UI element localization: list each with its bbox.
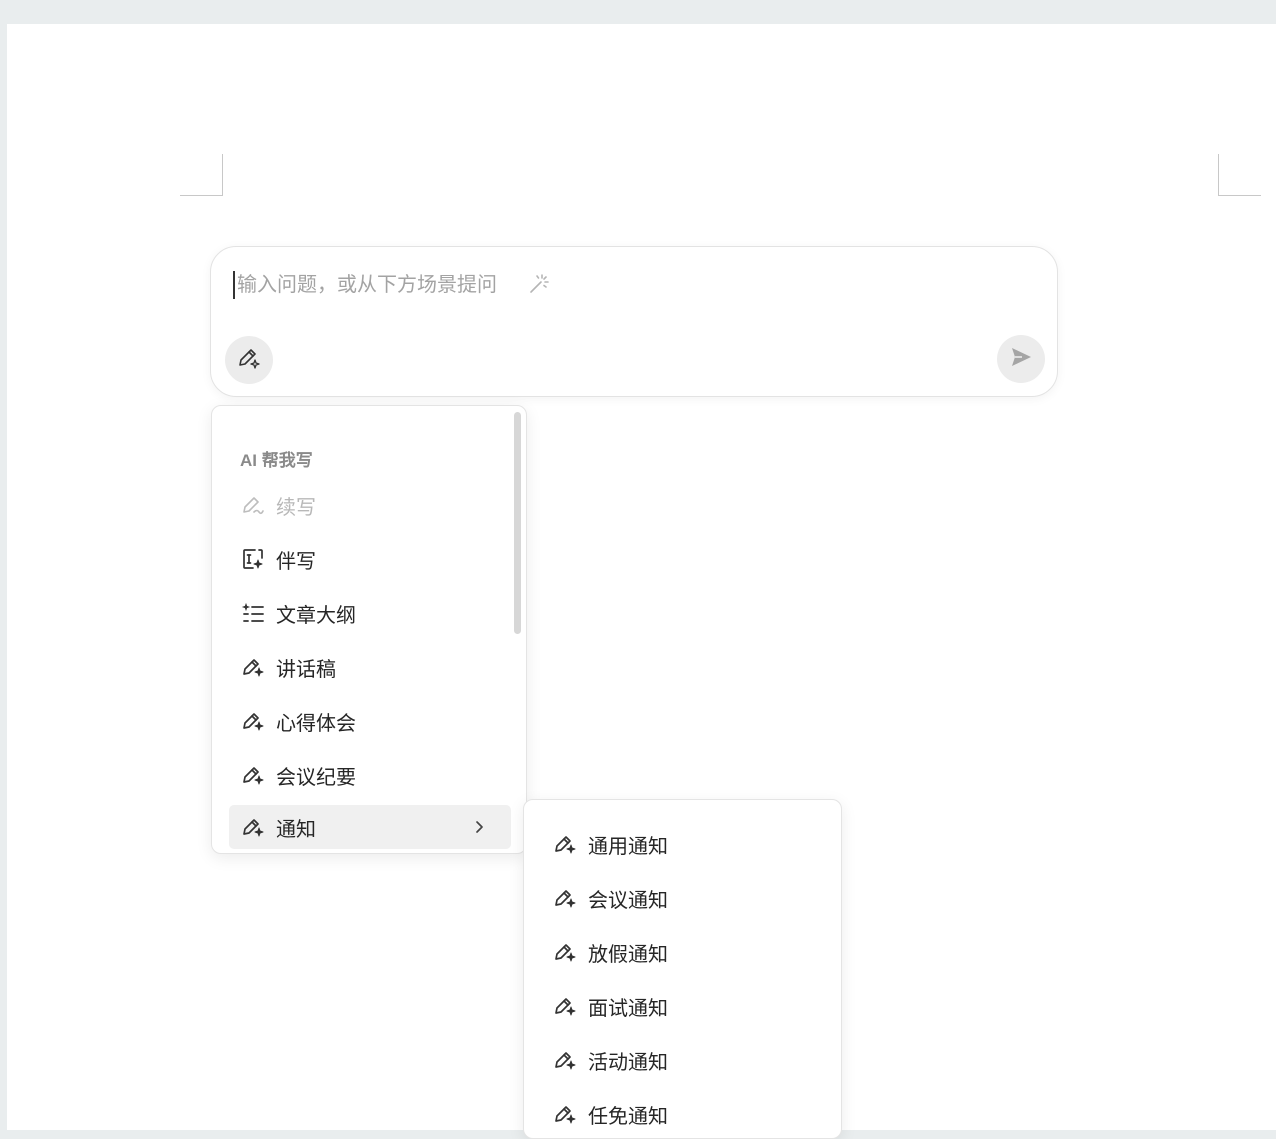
ai-pen-icon [552, 939, 578, 965]
submenu-item-label: 放假通知 [588, 943, 668, 966]
ai-pen-button[interactable] [225, 336, 273, 384]
ai-question-input[interactable] [233, 271, 737, 299]
menu-item-label: 会议纪要 [276, 766, 356, 789]
menu-item-label: 文章大纲 [276, 604, 356, 627]
menu-item-label: 讲话稿 [276, 658, 336, 681]
menu-item-label: 伴写 [276, 550, 316, 573]
menu-scrollbar[interactable] [514, 412, 521, 634]
notice-submenu: 通用通知 会议通知 放假通知 面试通知 活动通知 任免通知 [523, 799, 842, 1139]
ai-pen-icon [240, 814, 266, 840]
ai-pen-icon [552, 831, 578, 857]
outline-list-icon [240, 600, 266, 626]
submenu-item-meeting-notice[interactable]: 会议通知 [541, 876, 823, 920]
ai-pen-icon [240, 708, 266, 734]
ai-pen-icon [552, 993, 578, 1019]
ai-pen-icon [236, 345, 262, 376]
send-icon [1009, 345, 1033, 374]
page-margin-corner-top-right [1218, 154, 1261, 196]
menu-item-companion-writing[interactable]: 伴写 [229, 537, 511, 581]
menu-item-label: 心得体会 [276, 712, 356, 735]
menu-item-notice[interactable]: 通知 [229, 805, 511, 849]
submenu-item-general-notice[interactable]: 通用通知 [541, 822, 823, 866]
ai-write-menu: AI 帮我写 续写 伴写 文章大纲 讲话稿 心得体会 会议纪要 通知 [211, 405, 527, 854]
send-button[interactable] [997, 335, 1045, 383]
submenu-item-label: 会议通知 [588, 889, 668, 912]
page-margin-corner-top-left [180, 154, 223, 196]
ai-pen-icon [552, 1047, 578, 1073]
submenu-item-label: 通用通知 [588, 835, 668, 858]
menu-item-speech-draft[interactable]: 讲话稿 [229, 645, 511, 689]
menu-item-article-outline[interactable]: 文章大纲 [229, 591, 511, 635]
ai-pen-icon [552, 885, 578, 911]
ai-prompt-box [210, 246, 1058, 397]
submenu-item-label: 面试通知 [588, 997, 668, 1020]
submenu-item-label: 活动通知 [588, 1051, 668, 1074]
companion-write-icon [240, 546, 266, 572]
ai-pen-icon [552, 1101, 578, 1127]
menu-item-reflections[interactable]: 心得体会 [229, 699, 511, 743]
submenu-item-event-notice[interactable]: 活动通知 [541, 1038, 823, 1082]
menu-item-meeting-minutes[interactable]: 会议纪要 [229, 753, 511, 797]
magic-wand-icon[interactable] [527, 272, 551, 296]
menu-item-label: 通知 [276, 818, 316, 841]
submenu-item-interview-notice[interactable]: 面试通知 [541, 984, 823, 1028]
ai-pen-icon [240, 654, 266, 680]
pen-squiggle-icon [240, 492, 266, 518]
submenu-item-holiday-notice[interactable]: 放假通知 [541, 930, 823, 974]
ai-pen-icon [240, 762, 266, 788]
menu-section-title: AI 帮我写 [240, 451, 313, 470]
submenu-item-appointment-notice[interactable]: 任免通知 [541, 1092, 823, 1136]
chevron-right-icon [469, 817, 489, 837]
menu-item-continue-writing: 续写 [229, 483, 511, 527]
menu-item-label: 续写 [276, 496, 316, 519]
submenu-item-label: 任免通知 [588, 1105, 668, 1128]
